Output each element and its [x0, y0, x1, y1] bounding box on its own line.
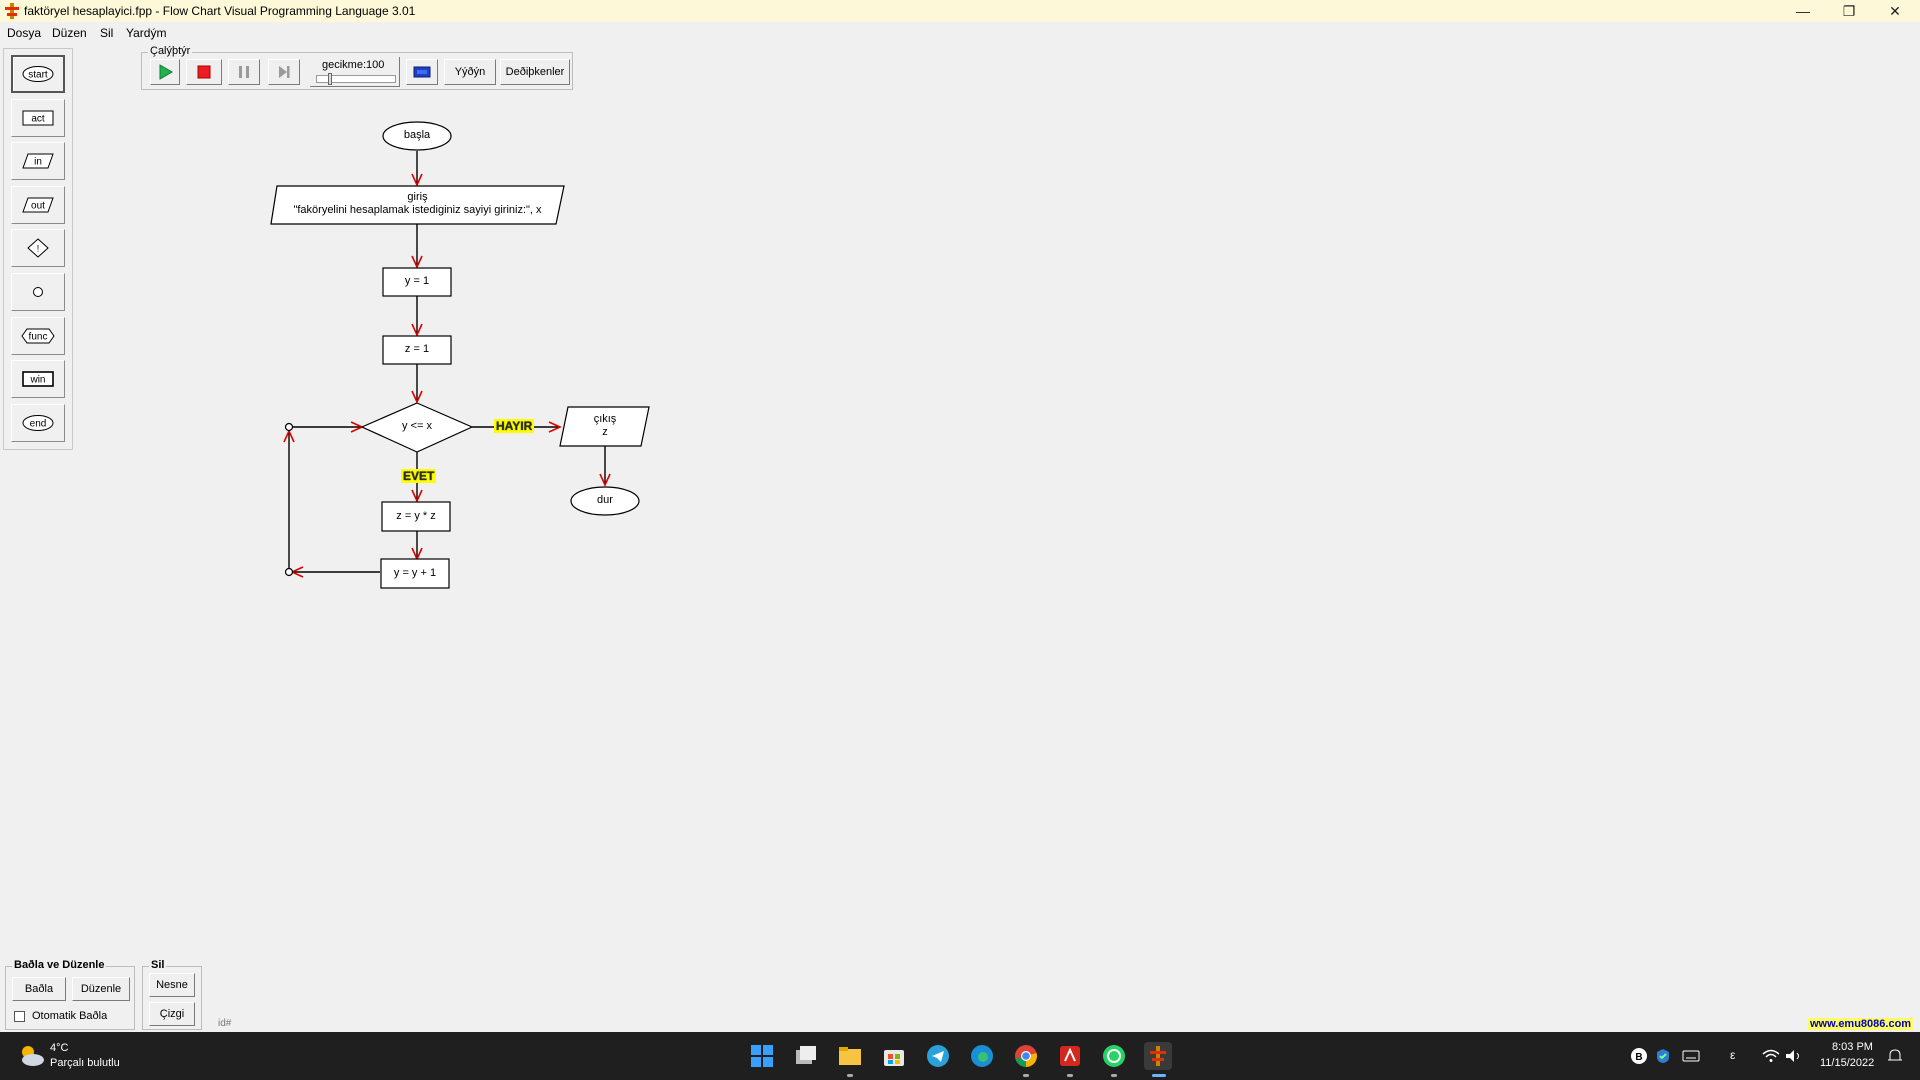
task-view-icon[interactable] — [792, 1042, 820, 1070]
chrome-icon[interactable] — [1012, 1042, 1040, 1070]
connect-group-label: Baðla ve Düzenle — [12, 959, 107, 971]
loop-connector-top[interactable] — [284, 422, 294, 432]
bluetooth-tray-icon[interactable]: B — [1628, 1042, 1650, 1070]
loop-connector-bottom[interactable] — [284, 567, 294, 577]
weather-desc: Parçalı bulutlu — [50, 1057, 120, 1069]
taskbar: 4°C Parçalı bulutlu B ε 8:03 PM 11/15/20… — [0, 1032, 1920, 1080]
clock-date[interactable]: 11/15/2022 — [1820, 1057, 1874, 1069]
watermark-link[interactable]: www.emu8086.com — [1808, 1018, 1914, 1030]
flowchart-app-active-indicator — [1152, 1074, 1166, 1077]
volume-icon[interactable] — [1783, 1042, 1805, 1070]
delete-object-button[interactable]: Nesne — [149, 973, 195, 997]
assign-z-label: z = 1 — [404, 343, 430, 355]
whatsapp-running-indicator — [1111, 1074, 1117, 1077]
connect-button[interactable]: Baðla — [12, 977, 66, 1001]
increment-label: y = y + 1 — [393, 567, 437, 579]
multiply-label: z = y * z — [396, 510, 436, 522]
output-node-label: çıkış z — [593, 413, 617, 438]
delete-line-button[interactable]: Çizgi — [149, 1002, 195, 1026]
start-icon[interactable] — [748, 1042, 776, 1070]
weather-temp: 4°C — [50, 1042, 69, 1054]
condition-label: y <= x — [402, 420, 432, 432]
svg-text:B: B — [1635, 1052, 1642, 1063]
edge-icon[interactable] — [968, 1042, 996, 1070]
auto-connect-checkbox[interactable] — [14, 1011, 25, 1022]
end-node-label: dur — [597, 494, 613, 506]
clock-time[interactable]: 8:03 PM — [1832, 1041, 1873, 1053]
security-tray-icon[interactable] — [1652, 1042, 1674, 1070]
weather-icon[interactable] — [16, 1042, 46, 1070]
flowchart-canvas[interactable] — [0, 0, 1920, 1080]
flowchart-app-icon[interactable] — [1144, 1042, 1172, 1070]
delete-group-label: Sil — [149, 959, 167, 971]
store-icon[interactable] — [880, 1042, 908, 1070]
file-explorer-running-indicator — [847, 1074, 853, 1077]
id-label: id# — [218, 1018, 232, 1029]
notifications-icon[interactable] — [1884, 1042, 1906, 1070]
arrange-button[interactable]: Düzenle — [72, 977, 130, 1001]
connect-arrange-group: Baðla ve Düzenle Baðla Düzenle Otomatik … — [5, 959, 135, 1030]
chrome-running-indicator — [1023, 1074, 1029, 1077]
input-language-indicator[interactable]: ε — [1730, 1048, 1735, 1062]
file-explorer-icon[interactable] — [836, 1042, 864, 1070]
assign-y-label: y = 1 — [404, 275, 430, 287]
input-node-label: giriş "faköryelini hesaplamak istedigini… — [293, 191, 542, 216]
yes-branch-tag: EVET — [401, 469, 437, 483]
auto-connect-label: Otomatik Baðla — [32, 1010, 108, 1022]
telegram-icon[interactable] — [924, 1042, 952, 1070]
no-branch-tag: HAYIR — [494, 419, 535, 433]
delete-group: Sil Nesne Çizgi — [142, 959, 202, 1030]
start-node-label: başla — [403, 129, 431, 141]
wifi-icon[interactable] — [1760, 1042, 1782, 1070]
whatsapp-icon[interactable] — [1100, 1042, 1128, 1070]
keyboard-tray-icon[interactable] — [1680, 1042, 1702, 1070]
acrobat-running-indicator — [1067, 1074, 1073, 1077]
acrobat-icon[interactable] — [1056, 1042, 1084, 1070]
